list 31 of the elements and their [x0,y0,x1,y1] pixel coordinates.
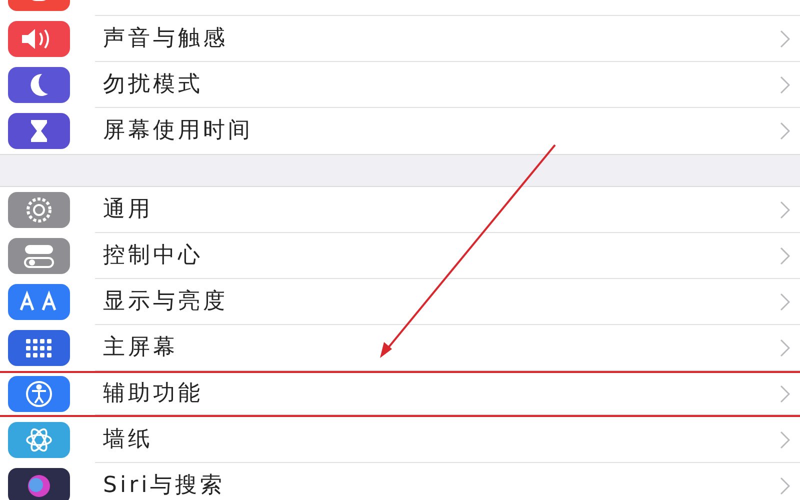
row-label: Siri与搜索 [103,473,226,499]
chevron-icon [780,477,790,495]
chevron-icon [780,247,790,265]
chevron-icon [780,201,790,219]
gear-icon [8,192,70,228]
row-label: 控制中心 [103,243,203,269]
row-label: 主屏幕 [103,335,178,361]
speaker-icon [8,21,70,57]
hourglass-icon [8,113,70,149]
text-size-icon [8,284,70,320]
row-label: 声音与触感 [103,26,228,52]
row-label: 显示与亮度 [103,289,228,315]
settings-row[interactable]: 辅助功能 [0,371,800,417]
accessibility-icon [8,376,70,412]
row-label: 勿扰模式 [103,72,203,98]
row-label: 墙纸 [103,427,153,453]
chevron-icon [780,30,790,48]
siri-icon [8,468,70,500]
row-label: 辅助功能 [103,381,203,407]
row-label: 屏幕使用时间 [103,118,253,144]
switches-icon [8,238,70,274]
chevron-icon [780,76,790,94]
grid-icon [8,330,70,366]
row-label: 通用 [103,197,153,223]
chevron-icon [780,293,790,311]
chevron-icon [780,122,790,140]
flower-icon [8,422,70,458]
chevron-icon [780,339,790,357]
moon-icon [8,67,70,103]
chevron-icon [780,431,790,449]
chevron-icon [780,385,790,403]
